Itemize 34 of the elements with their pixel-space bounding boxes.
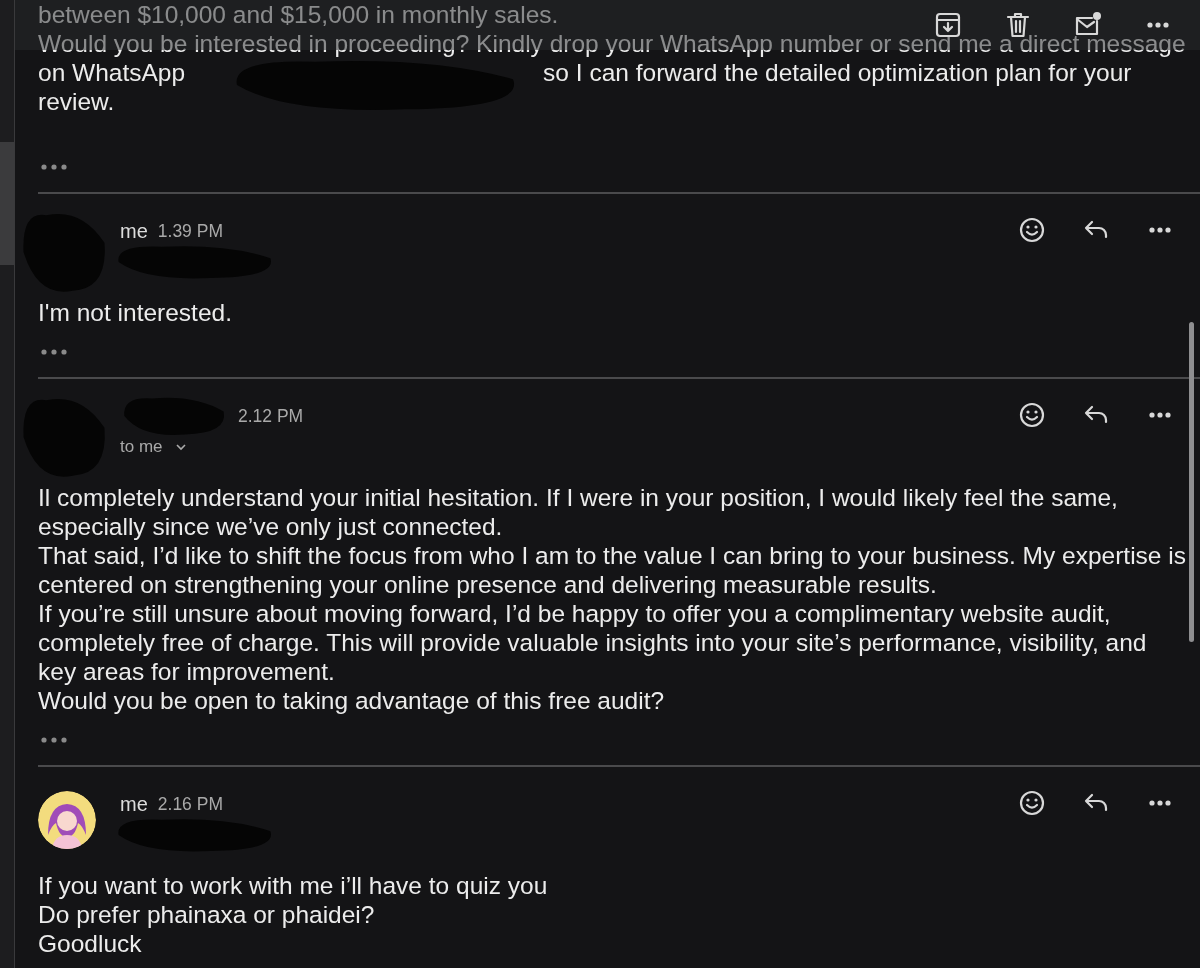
sender-name: me [120,219,148,243]
body-text: Goodluck [38,929,142,958]
chevron-down-icon[interactable] [174,443,187,451]
body-text: If you want to work with me i’ll have to quiz you [38,871,548,900]
sender-name: me [120,792,148,816]
body-text: Would you be interested in proceeding? Kindly drop your WhatsApp number or send me a direct message [38,29,1186,58]
body-text: I'm not interested. [38,298,232,327]
archive-icon[interactable] [934,11,962,39]
message-time: 1.39 PM [157,220,223,242]
smiley-icon[interactable] [1018,789,1046,817]
smiley-icon[interactable] [1018,401,1046,429]
scroll-thumb[interactable] [0,142,14,265]
body-text: If you’re still unsure about moving forward, I’d be happy to offer you a complimentary website audit, [38,599,1111,628]
body-text: centered on strengthening your online presence and delivering measurable results. [38,570,937,599]
expand-dots-icon[interactable] [39,347,69,357]
expand-dots-icon[interactable] [39,162,69,172]
body-text: especially since we’ve only just connected. [38,512,503,541]
body-text: so I can forward the detailed optimization plan for your [543,58,1132,87]
body-text: completely free of charge. This will provide valuable insights into your site’s performance, visibility, and [38,628,1147,657]
smiley-icon[interactable] [1018,216,1046,244]
message-time: 2.16 PM [157,793,223,815]
body-text: Would you be open to taking advantage of this free audit? [38,686,665,715]
body-text: key areas for improvement. [38,657,335,686]
body-text: Il completely understand your initial hesitation. If I were in your position, I would likely feel the same, [38,483,1118,512]
expand-dots-icon[interactable] [39,735,69,745]
avatar-icon [38,791,96,849]
body-text: Do prefer phainaxa or phaidei? [38,900,375,929]
message-time: 2.12 PM [238,405,304,427]
body-text: on WhatsApp [38,58,186,87]
scrollbar[interactable] [1189,322,1194,642]
body-text: between $10,000 and $15,000 in monthly sales. [38,0,559,29]
body-text: review. [38,87,115,116]
body-text: That said, I’d like to shift the focus from who I am to the value I can bring to your business. My expertise is [38,541,1186,570]
recipient-text: to me [120,437,163,457]
